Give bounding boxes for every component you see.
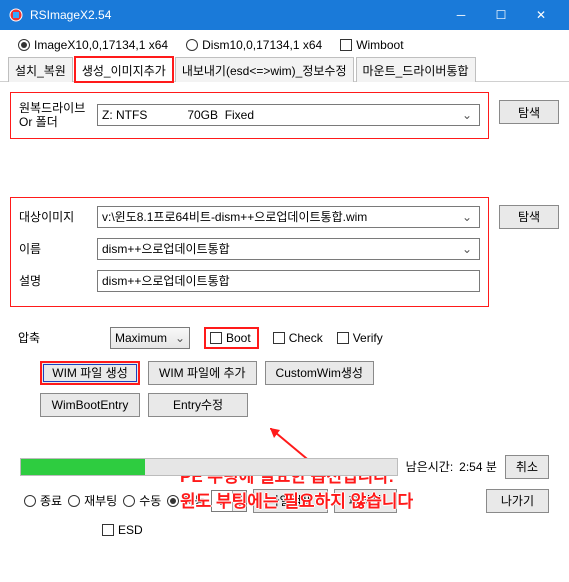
- dism-radio-label: Dism10,0,17134,1 x64: [202, 38, 322, 52]
- bottom-row: 종료 재부팅 수동 자동 1 ▴▾ 파일검색 파티션 나가기: [10, 485, 559, 521]
- tab-mount-driver[interactable]: 마운트_드라이버통합: [356, 57, 476, 82]
- check-checkbox[interactable]: Check: [273, 331, 323, 345]
- target-image-label: 대상이미지: [19, 210, 97, 224]
- window-title: RSImageX2.54: [30, 8, 441, 22]
- wimboot-checkbox[interactable]: Wimboot: [340, 38, 403, 52]
- spin-down-icon[interactable]: ▾: [232, 501, 246, 511]
- remain-value: 2:54 분: [459, 458, 497, 475]
- imagex-radio-label: ImageX10,0,17134,1 x64: [34, 38, 168, 52]
- progress-area: 남은시간: 2:54 분 취소: [10, 451, 559, 485]
- compress-label: 압축: [18, 329, 96, 346]
- chevron-down-icon: ⌄: [459, 210, 475, 224]
- dism-radio[interactable]: Dism10,0,17134,1 x64: [186, 38, 322, 52]
- title-bar: RSImageX2.54 ─ ☐ ✕: [0, 0, 569, 30]
- tab-install-restore[interactable]: 설치_복원: [8, 57, 73, 82]
- target-image-select[interactable]: v:\윈도8.1프로64비트-dism++으로업데이트통합.wim ⌄: [97, 206, 480, 228]
- app-icon: [8, 7, 24, 23]
- tab-bar: 설치_복원 생성_이미지추가 내보내기(esd<=>wim)_정보수정 마운트_…: [0, 56, 569, 82]
- name-label: 이름: [19, 242, 97, 256]
- compress-select[interactable]: Maximum ⌄: [110, 327, 190, 349]
- reboot-radio[interactable]: 재부팅: [68, 492, 117, 509]
- create-wim-button[interactable]: WIM 파일 생성: [40, 361, 140, 385]
- esd-checkbox[interactable]: ESD: [102, 523, 143, 537]
- progress-fill: [21, 459, 145, 475]
- options-row: 압축 Maximum ⌄ Boot Check Verify: [10, 325, 559, 361]
- maximize-button[interactable]: ☐: [481, 0, 521, 30]
- verify-checkbox[interactable]: Verify: [337, 331, 383, 345]
- entry-modify-button[interactable]: Entry수정: [148, 393, 248, 417]
- chevron-down-icon: ⌄: [459, 242, 475, 256]
- desc-label: 설명: [19, 274, 97, 288]
- custom-wim-button[interactable]: CustomWim생성: [265, 361, 374, 385]
- tab-export-edit[interactable]: 내보내기(esd<=>wim)_정보수정: [175, 57, 354, 82]
- browse-target-button[interactable]: 탐색: [499, 205, 559, 229]
- chevron-down-icon: ⌄: [459, 108, 475, 122]
- name-select[interactable]: dism++으로업데이트통합 ⌄: [97, 238, 480, 260]
- boot-checkbox[interactable]: Boot: [204, 327, 259, 349]
- main-button-row: WIM 파일 생성 WIM 파일에 추가 CustomWim생성: [10, 361, 559, 393]
- shutdown-radio[interactable]: 종료: [24, 492, 62, 509]
- wimboot-label: Wimboot: [356, 38, 403, 52]
- tab-content: 원복드라이브 Or 폴더 Z: NTFS 70GB Fixed ⌄ 탐색 대상이…: [0, 82, 569, 551]
- partition-button[interactable]: 파티션: [334, 489, 397, 513]
- manual-radio[interactable]: 수동: [123, 492, 161, 509]
- file-search-button[interactable]: 파일검색: [253, 489, 327, 513]
- minimize-button[interactable]: ─: [441, 0, 481, 30]
- chevron-down-icon: ⌄: [175, 331, 185, 345]
- imagex-radio[interactable]: ImageX10,0,17134,1 x64: [18, 38, 168, 52]
- remain-label: 남은시간:: [406, 458, 454, 475]
- exit-button[interactable]: 나가기: [486, 489, 549, 513]
- desc-input[interactable]: dism++으로업데이트통합: [97, 270, 480, 292]
- target-image-group: 대상이미지 v:\윈도8.1프로64비트-dism++으로업데이트통합.wim …: [10, 197, 489, 307]
- browse-source-button[interactable]: 탐색: [499, 100, 559, 124]
- source-drive-select[interactable]: Z: NTFS 70GB Fixed ⌄: [97, 104, 480, 126]
- auto-radio[interactable]: 자동: [167, 492, 205, 509]
- wimboot-entry-button[interactable]: WimBootEntry: [40, 393, 140, 417]
- source-drive-label: 원복드라이브 Or 폴더: [19, 101, 97, 130]
- cancel-button[interactable]: 취소: [505, 455, 549, 479]
- close-button[interactable]: ✕: [521, 0, 561, 30]
- tab-create-addimage[interactable]: 생성_이미지추가: [75, 57, 173, 82]
- source-drive-group: 원복드라이브 Or 폴더 Z: NTFS 70GB Fixed ⌄: [10, 92, 489, 139]
- append-wim-button[interactable]: WIM 파일에 추가: [148, 361, 257, 385]
- progress-bar: [20, 458, 398, 476]
- index-spinner[interactable]: 1 ▴▾: [211, 490, 247, 512]
- top-options-row: ImageX10,0,17134,1 x64 Dism10,0,17134,1 …: [0, 30, 569, 56]
- secondary-button-row: WimBootEntry Entry수정: [10, 393, 559, 421]
